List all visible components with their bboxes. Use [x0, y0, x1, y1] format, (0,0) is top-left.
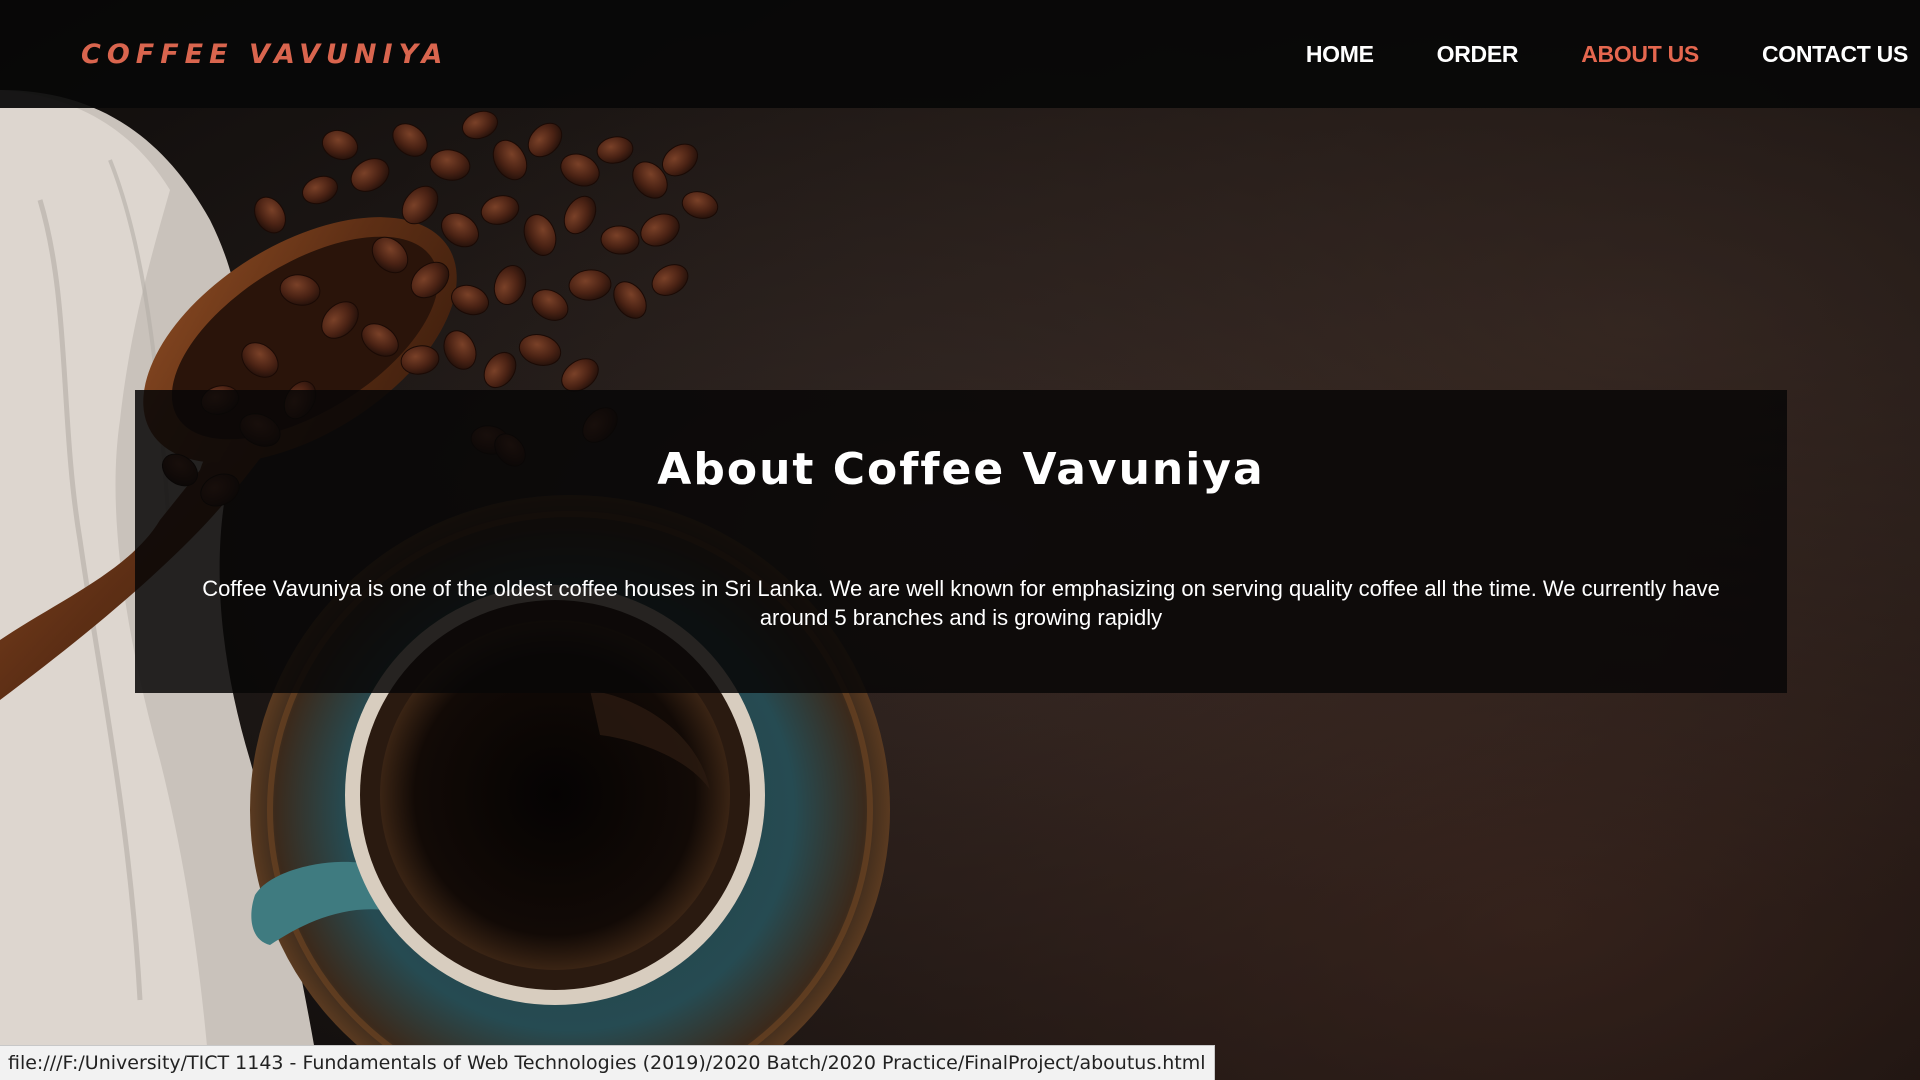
- nav-link-about-us[interactable]: ABOUT US: [1581, 41, 1699, 68]
- nav-link-home[interactable]: HOME: [1306, 41, 1374, 68]
- about-title: About Coffee Vavuniya: [657, 444, 1265, 495]
- about-description: Coffee Vavuniya is one of the oldest cof…: [202, 576, 1720, 631]
- top-navbar: COFFEE VAVUNIYA HOME ORDER ABOUT US CONT…: [0, 0, 1920, 108]
- nav-link-contact-us[interactable]: CONTACT US: [1762, 41, 1908, 68]
- status-bar-url: file:///F:/University/TICT 1143 - Fundam…: [0, 1045, 1215, 1080]
- about-section: About Coffee Vavuniya Coffee Vavuniya is…: [135, 390, 1787, 693]
- nav-link-order[interactable]: ORDER: [1437, 41, 1519, 68]
- about-page: COFFEE VAVUNIYA HOME ORDER ABOUT US CONT…: [0, 0, 1920, 1080]
- brand-logo-text[interactable]: COFFEE VAVUNIYA: [81, 39, 448, 70]
- main-nav: HOME ORDER ABOUT US CONTACT US: [1243, 0, 1920, 108]
